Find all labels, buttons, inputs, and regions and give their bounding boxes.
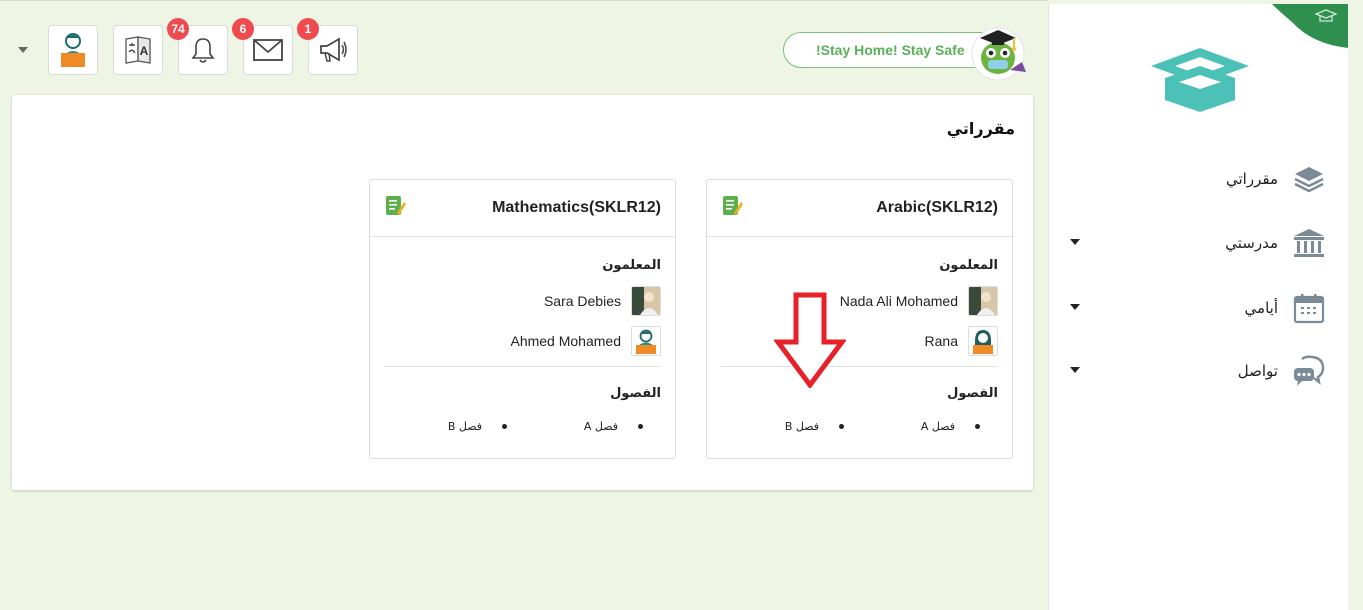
course-title[interactable]: Mathematics(SKLR12): [492, 199, 661, 217]
window-edge: [1348, 4, 1363, 610]
sidebar-item-label: مقرراتي: [1226, 170, 1278, 188]
notebook-edit-icon: [723, 196, 743, 215]
teachers-label: المعلمون: [602, 258, 661, 273]
school-building-icon: [1292, 226, 1326, 260]
course-card-header: Arabic(SKLR12): [707, 180, 1012, 237]
teacher-name: Rana: [924, 333, 958, 349]
calendar-icon: [1292, 291, 1326, 325]
language-button[interactable]: A: [113, 25, 163, 75]
announcements-badge: 1: [297, 18, 319, 40]
chevron-down-icon[interactable]: [1070, 367, 1080, 373]
card-divider: [721, 366, 998, 367]
sidebar-item-my-school[interactable]: مدرستي: [1056, 223, 1326, 263]
sidebar-item-label: تواصل: [1237, 362, 1278, 380]
class-list: فصل A فصل B: [707, 420, 1012, 440]
sidebar-item-label: أيامي: [1244, 299, 1278, 317]
courses-panel: مقرراتي Arabic(SKLR12) المعلمون Nada Ali…: [12, 95, 1033, 490]
svg-text:A: A: [140, 44, 149, 58]
mascot-graduate-icon: [971, 27, 1026, 80]
translate-icon: A: [125, 36, 151, 64]
chevron-down-icon[interactable]: [1070, 239, 1080, 245]
page-title: مقرراتي: [946, 119, 1015, 138]
female-teacher-avatar: [968, 326, 998, 356]
course-card-header: Mathematics(SKLR12): [370, 180, 675, 237]
sidebar: مقرراتي مدرستي أيامي تواصل: [1048, 4, 1348, 610]
sidebar-item-my-days[interactable]: أيامي: [1056, 288, 1326, 328]
class-item[interactable]: فصل B: [785, 420, 844, 433]
teacher-row[interactable]: Rana: [925, 325, 998, 357]
corner-ribbon: [1272, 4, 1348, 48]
mail-icon: [253, 39, 283, 61]
school-logo-icon: [1151, 48, 1249, 112]
photo-avatar: [968, 286, 998, 316]
class-item[interactable]: فصل A: [584, 420, 643, 433]
teachers-label: المعلمون: [939, 258, 998, 273]
chat-bubbles-icon: [1292, 354, 1326, 388]
bell-icon: [191, 38, 215, 63]
layers-icon: [1292, 162, 1326, 196]
card-divider: [384, 366, 661, 367]
announcements-button[interactable]: 1: [297, 18, 358, 75]
course-card-arabic[interactable]: Arabic(SKLR12) المعلمون Nada Ali Mohamed…: [706, 179, 1013, 459]
profile-button[interactable]: [48, 25, 98, 75]
user-menu-caret-icon[interactable]: [18, 47, 28, 53]
teacher-name: Nada Ali Mohamed: [839, 293, 958, 309]
photo-avatar: [631, 286, 661, 316]
notebook-edit-icon: [386, 196, 406, 215]
class-item[interactable]: فصل A: [921, 420, 980, 433]
chevron-down-icon[interactable]: [1070, 304, 1080, 310]
user-avatar-icon: [61, 33, 85, 67]
red-down-arrow-icon: [774, 292, 846, 388]
notifications-badge: 74: [167, 18, 189, 40]
sidebar-item-communicate[interactable]: تواصل: [1056, 351, 1326, 391]
teacher-row[interactable]: Ahmed Mohamed: [510, 325, 661, 357]
notifications-button[interactable]: 74: [167, 18, 228, 75]
teacher-name: Ahmed Mohamed: [510, 333, 621, 349]
course-title[interactable]: Arabic(SKLR12): [876, 199, 998, 217]
course-card-mathematics[interactable]: Mathematics(SKLR12) المعلمون Sara Debies…: [369, 179, 676, 459]
class-item[interactable]: فصل B: [448, 420, 507, 433]
sidebar-item-label: مدرستي: [1225, 234, 1278, 252]
top-border: [0, 0, 1048, 6]
male-teacher-avatar: [631, 326, 661, 356]
messages-badge: 6: [232, 18, 254, 40]
teacher-row[interactable]: Sara Debies: [544, 285, 661, 317]
megaphone-icon: [320, 37, 347, 62]
teacher-row[interactable]: Nada Ali Mohamed: [840, 285, 998, 317]
sidebar-item-my-courses[interactable]: مقرراتي: [1056, 159, 1326, 199]
messages-button[interactable]: 6: [232, 18, 293, 75]
classes-label: الفصول: [610, 386, 661, 401]
classes-label: الفصول: [947, 386, 998, 401]
teacher-name: Sara Debies: [543, 293, 621, 309]
class-list: فصل A فصل B: [370, 420, 675, 440]
